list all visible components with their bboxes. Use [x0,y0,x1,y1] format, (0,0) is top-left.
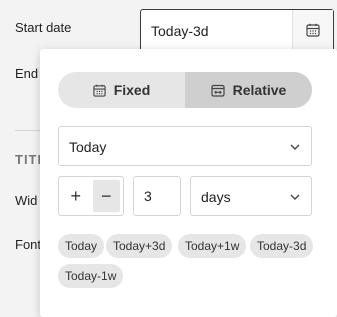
unit-value: days [201,189,231,205]
base-date-value: Today [69,139,107,155]
start-date-value: Today-3d [151,23,209,39]
fixed-mode-button[interactable]: Fixed [58,72,185,108]
start-date-label: Start date [15,20,72,35]
width-label: Wid [15,193,38,208]
preset-chip[interactable]: Today+1w [178,234,247,258]
unit-select[interactable]: days [190,176,312,216]
mode-toggle: Fixed Relative [58,72,312,108]
calendar-toggle-button[interactable] [292,10,333,50]
relative-mode-button[interactable]: Relative [185,72,312,108]
preset-chip[interactable]: Today [58,234,105,258]
end-date-label: End [15,66,39,81]
offset-stepper: + − [58,176,124,216]
calendar-icon [306,23,320,37]
chevron-down-icon [290,144,300,150]
chevron-down-icon [290,194,300,200]
date-picker-popup: Fixed Relative Today + − 3 days Today To… [40,49,337,317]
decrement-button[interactable]: − [92,180,120,212]
preset-chip[interactable]: Today+3d [106,234,173,258]
start-date-field[interactable]: Today-3d [140,9,334,51]
fixed-mode-label: Fixed [113,82,151,98]
preset-chip[interactable]: Today-3d [250,234,314,258]
font-label: Font [15,237,42,252]
calendar-icon [93,84,106,97]
relative-calendar-icon [211,84,225,97]
base-date-select[interactable]: Today [58,126,312,166]
relative-mode-label: Relative [232,82,287,98]
preset-chip[interactable]: Today-1w [58,264,124,288]
offset-amount-input[interactable]: 3 [133,176,181,216]
increment-button[interactable]: + [62,180,90,212]
